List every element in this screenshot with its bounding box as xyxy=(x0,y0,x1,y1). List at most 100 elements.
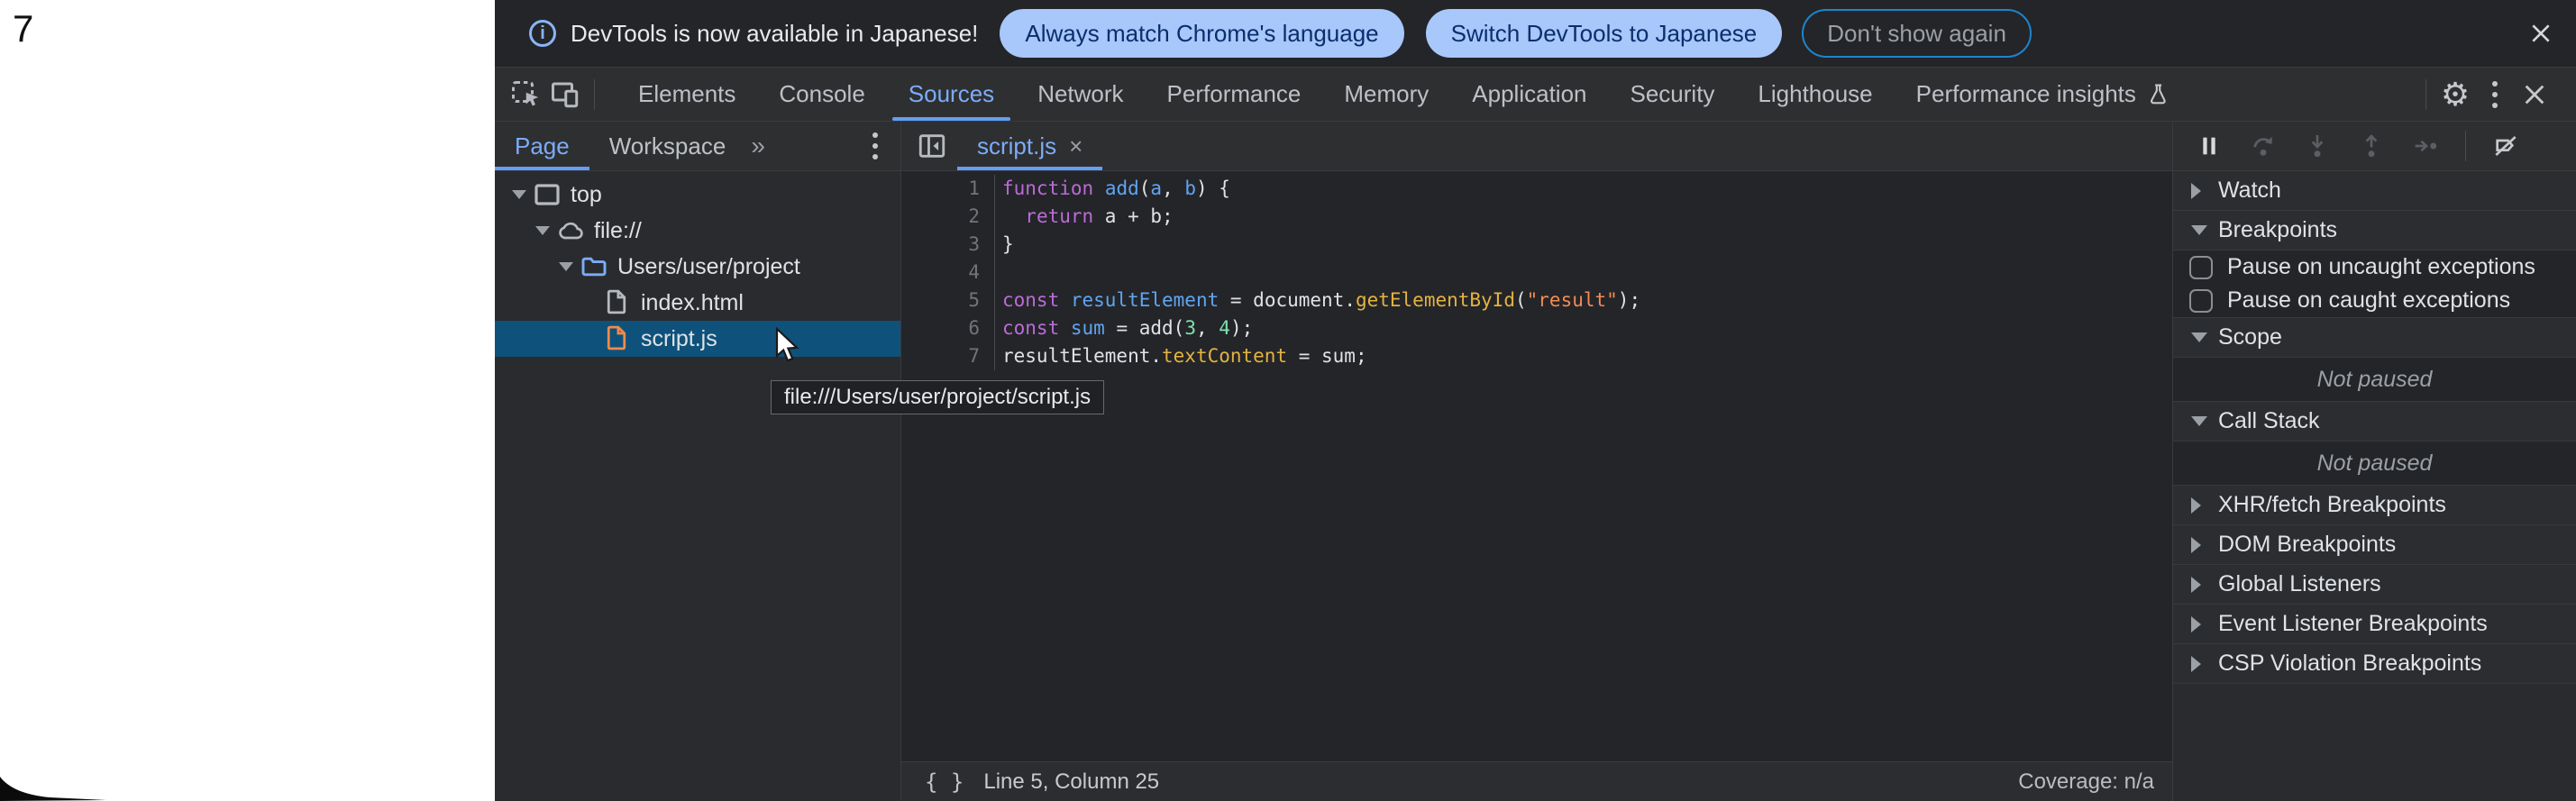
pause-icon[interactable] xyxy=(2186,126,2233,166)
deactivate-breakpoints-icon[interactable] xyxy=(2482,126,2529,166)
section-event-listener-breakpoints[interactable]: Event Listener Breakpoints xyxy=(2173,605,2576,644)
section-csp-violation-breakpoints[interactable]: CSP Violation Breakpoints xyxy=(2173,644,2576,684)
devtools-close-icon[interactable] xyxy=(2515,75,2554,114)
step-into-icon[interactable] xyxy=(2294,126,2341,166)
file-js-icon xyxy=(603,324,632,353)
tab-sources[interactable]: Sources xyxy=(887,68,1016,121)
code-text xyxy=(995,259,1002,287)
file-icon xyxy=(603,288,632,317)
checkbox-label: Pause on uncaught exceptions xyxy=(2227,254,2535,280)
line-number[interactable]: 1 xyxy=(901,175,995,203)
code-line-4[interactable]: 4 xyxy=(901,259,2172,287)
checkbox-label: Pause on caught exceptions xyxy=(2227,287,2510,314)
folder-icon xyxy=(580,252,608,281)
tree-item-label: Users/user/project xyxy=(617,254,800,280)
chevron-right-icon xyxy=(2191,537,2218,553)
section-content-breakpoints: Pause on uncaught exceptions Pause on cau… xyxy=(2173,250,2576,318)
checkbox-row-pause-on-uncaught-exceptions[interactable]: Pause on uncaught exceptions xyxy=(2173,250,2576,284)
section-dom-breakpoints[interactable]: DOM Breakpoints xyxy=(2173,525,2576,565)
debugger-toolbar-divider xyxy=(2465,131,2466,161)
editor-tab-close-icon[interactable]: × xyxy=(1069,132,1082,160)
tree-item-script-js[interactable]: script.js xyxy=(495,321,900,357)
more-tabs-icon[interactable]: » xyxy=(745,132,771,160)
chevron-right-icon xyxy=(2191,577,2218,593)
main-tabs: ElementsConsoleSourcesNetworkPerformance… xyxy=(617,68,2192,121)
expander-arrow-icon[interactable] xyxy=(533,226,553,235)
expander-arrow-icon[interactable] xyxy=(509,190,529,199)
tab-network[interactable]: Network xyxy=(1016,68,1145,121)
section-breakpoints[interactable]: Breakpoints xyxy=(2173,211,2576,250)
tab-elements[interactable]: Elements xyxy=(617,68,757,121)
tree-item-top[interactable]: top xyxy=(495,177,900,213)
dont-show-again-button[interactable]: Don't show again xyxy=(1802,9,2032,58)
tab-application[interactable]: Application xyxy=(1450,68,1608,121)
tree-item-index-html[interactable]: index.html xyxy=(495,285,900,321)
line-number[interactable]: 6 xyxy=(901,314,995,342)
inspect-element-icon[interactable] xyxy=(506,75,545,114)
checkbox-row-pause-on-caught-exceptions[interactable]: Pause on caught exceptions xyxy=(2173,284,2576,317)
tab-workspace[interactable]: Workspace xyxy=(589,122,746,170)
sources-panel: Page Workspace » topfile:// Users/user/pr… xyxy=(495,122,2576,801)
editor-tab-script-js[interactable]: script.js × xyxy=(957,122,1102,170)
section-global-listeners[interactable]: Global Listeners xyxy=(2173,565,2576,605)
section-scope[interactable]: Scope xyxy=(2173,318,2576,358)
code-line-5[interactable]: 5const resultElement = document.getEleme… xyxy=(901,287,2172,314)
line-number[interactable]: 7 xyxy=(901,342,995,370)
tab-page[interactable]: Page xyxy=(495,122,589,170)
code-line-3[interactable]: 3} xyxy=(901,231,2172,259)
step-icon[interactable] xyxy=(2402,126,2449,166)
chevron-down-icon xyxy=(2191,416,2218,426)
expander-arrow-icon[interactable] xyxy=(556,262,576,271)
step-over-icon[interactable] xyxy=(2240,126,2287,166)
editor-status-bar: { } Line 5, Column 25 Coverage: n/a xyxy=(901,761,2172,801)
code-text: function add(a, b) { xyxy=(995,175,1230,203)
section-xhr-fetch-breakpoints[interactable]: XHR/fetch Breakpoints xyxy=(2173,486,2576,525)
code-line-7[interactable]: 7resultElement.textContent = sum; xyxy=(901,342,2172,370)
settings-gear-icon[interactable]: ⚙ xyxy=(2435,75,2475,114)
tab-memory[interactable]: Memory xyxy=(1322,68,1450,121)
tree-item-file[interactable]: file:// xyxy=(495,213,900,249)
tab-label: Lighthouse xyxy=(1758,80,1872,108)
pretty-print-icon[interactable]: { } xyxy=(919,769,969,796)
checkbox[interactable] xyxy=(2189,289,2213,313)
section-call-stack[interactable]: Call Stack xyxy=(2173,402,2576,441)
editor-pane: script.js × 1function add(a, b) {2 retur… xyxy=(901,122,2172,801)
switch-to-japanese-button[interactable]: Switch DevTools to Japanese xyxy=(1426,9,1783,58)
navigator-pane: Page Workspace » topfile:// Users/user/pr… xyxy=(495,122,901,801)
chevron-down-icon xyxy=(2191,332,2218,342)
cursor-artifact xyxy=(0,774,108,801)
not-paused-message: Not paused xyxy=(2173,441,2576,485)
navigator-tab-strip: Page Workspace » xyxy=(495,122,900,171)
tab-label: Memory xyxy=(1344,80,1429,108)
line-number[interactable]: 3 xyxy=(901,231,995,259)
navigator-kebab-icon[interactable] xyxy=(855,126,895,166)
step-out-icon[interactable] xyxy=(2348,126,2395,166)
always-match-language-button[interactable]: Always match Chrome's language xyxy=(1000,9,1403,58)
toggle-navigator-icon[interactable] xyxy=(912,126,952,166)
notification-close-icon[interactable] xyxy=(2529,22,2553,45)
code-line-6[interactable]: 6const sum = add(3, 4); xyxy=(901,314,2172,342)
tree-item-users-user-project[interactable]: Users/user/project xyxy=(495,249,900,285)
tab-security[interactable]: Security xyxy=(1609,68,1737,121)
tab-console[interactable]: Console xyxy=(757,68,886,121)
section-label: Watch xyxy=(2218,177,2281,204)
line-number[interactable]: 4 xyxy=(901,259,995,287)
section-label: Event Listener Breakpoints xyxy=(2218,611,2488,637)
tab-performance[interactable]: Performance xyxy=(1146,68,1323,121)
code-text: resultElement.textContent = sum; xyxy=(995,342,1367,370)
line-number[interactable]: 5 xyxy=(901,287,995,314)
tab-label: Performance insights xyxy=(1916,80,2136,108)
tab-lighthouse[interactable]: Lighthouse xyxy=(1736,68,1894,121)
coverage-status: Coverage: n/a xyxy=(2018,769,2154,795)
checkbox[interactable] xyxy=(2189,256,2213,279)
more-options-kebab-icon[interactable] xyxy=(2475,75,2515,114)
section-watch[interactable]: Watch xyxy=(2173,171,2576,211)
tree-item-label: script.js xyxy=(641,326,717,352)
tab-performance-insights[interactable]: Performance insights xyxy=(1895,68,2192,121)
line-number[interactable]: 2 xyxy=(901,203,995,231)
device-toolbar-icon[interactable] xyxy=(545,75,585,114)
code-line-2[interactable]: 2 return a + b; xyxy=(901,203,2172,231)
code-line-1[interactable]: 1function add(a, b) { xyxy=(901,175,2172,203)
code-editor[interactable]: 1function add(a, b) {2 return a + b;3}45… xyxy=(901,171,2172,761)
section-label: CSP Violation Breakpoints xyxy=(2218,651,2481,677)
